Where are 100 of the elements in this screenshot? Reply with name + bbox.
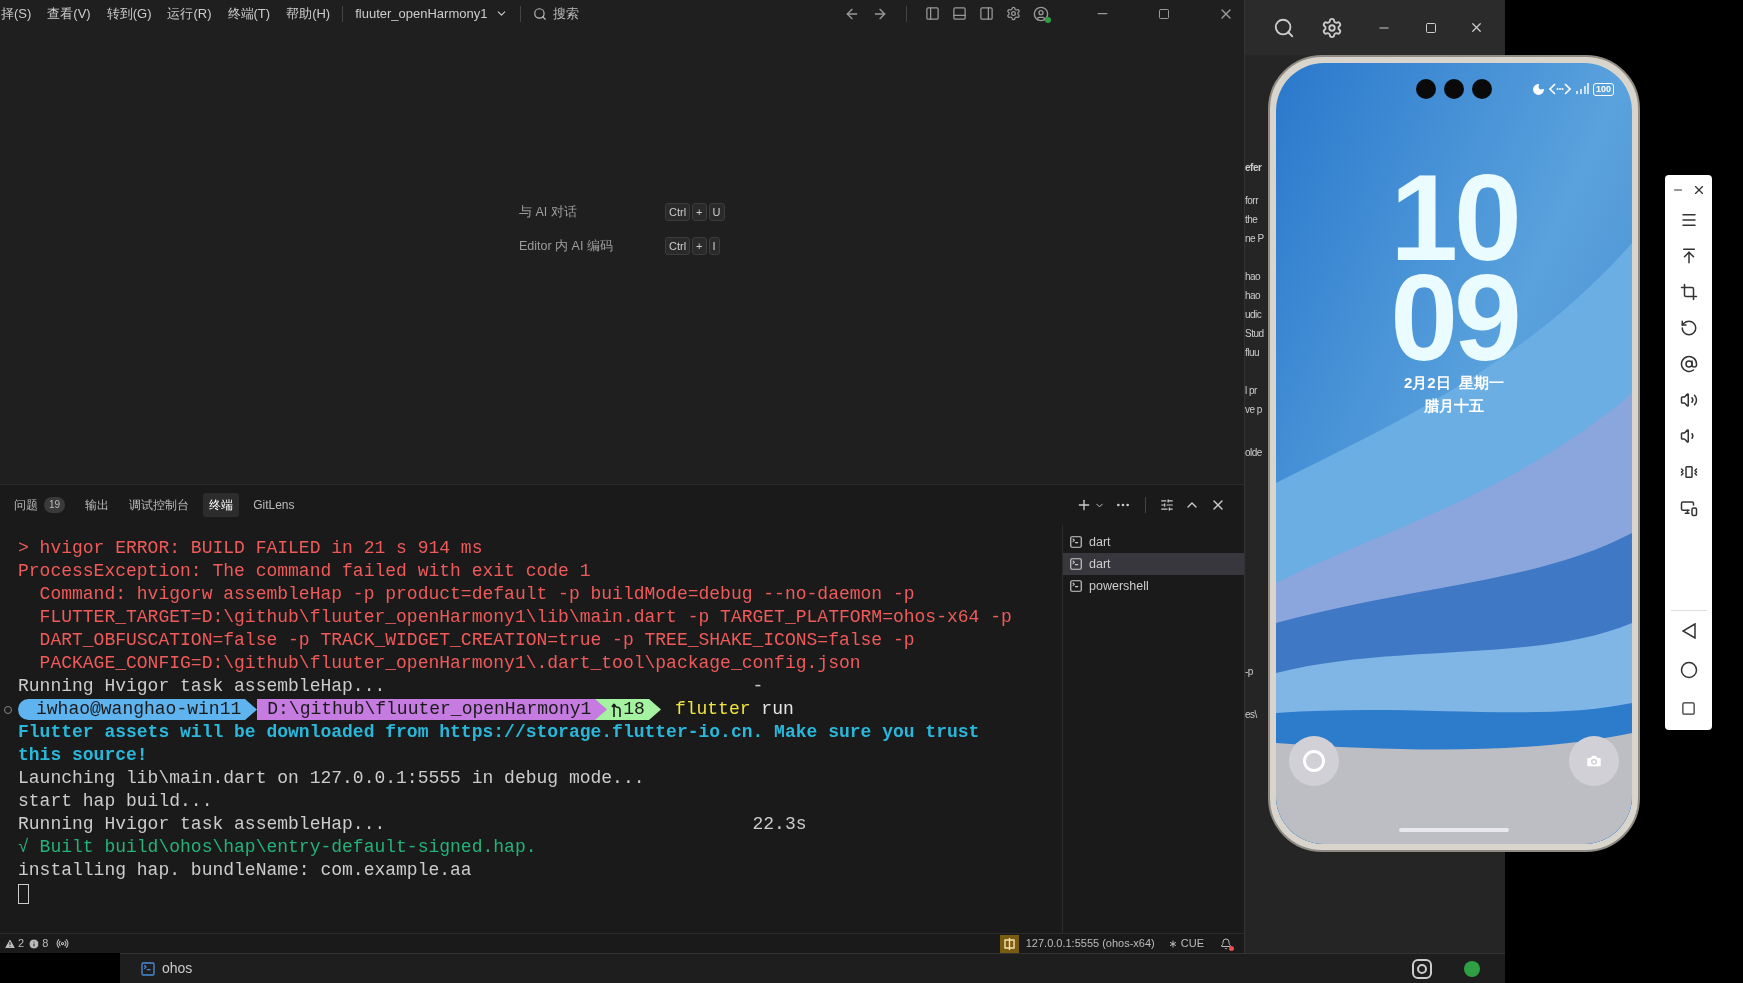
- terminal-line: PACKAGE_CONFIG=D:\github\fluuter_openHarmony1\.dart_tool\package_config.json: [38, 652, 861, 675]
- window-text-fragment: hao: [1245, 289, 1262, 303]
- task-timer: -: [752, 675, 764, 698]
- app-icon[interactable]: [1412, 958, 1432, 979]
- close-icon[interactable]: [1469, 20, 1484, 35]
- info-icon[interactable]: [28, 937, 41, 950]
- menu-item[interactable]: 查看(V): [47, 3, 91, 24]
- panel-tab[interactable]: 终端: [203, 493, 240, 517]
- command-args: run: [761, 698, 794, 721]
- maximize-icon[interactable]: [1158, 7, 1170, 20]
- terminal-list-item[interactable]: dart: [1063, 553, 1244, 575]
- shortcut-label: 与 AI 对话: [519, 204, 578, 221]
- branch-count: 18: [623, 699, 645, 720]
- git-branch-icon: [611, 701, 624, 718]
- terminal-line: DART_OBFUSCATION=false -p TRACK_WIDGET_CREATION=true -p TREE_SHAKE_ICONS=false -p: [38, 629, 915, 652]
- menu-item[interactable]: 终端(T): [227, 3, 271, 24]
- warning-count[interactable]: 2: [18, 935, 25, 952]
- settings-icon[interactable]: [1006, 6, 1021, 21]
- maximize-icon[interactable]: [1425, 21, 1437, 34]
- moon-icon: [1532, 82, 1545, 96]
- keyboard-key: +: [692, 203, 707, 222]
- code-arrows-icon: [1549, 83, 1571, 95]
- terminal-line: Running Hvigor task assembleHap...: [18, 813, 386, 836]
- device-app-icon[interactable]: [999, 934, 1019, 953]
- terminal-line: ProcessException: The command failed with exit code 1: [18, 560, 591, 583]
- new-terminal-icon[interactable]: [1076, 497, 1092, 513]
- window-text-fragment: ne P: [1245, 232, 1265, 246]
- devices-icon[interactable]: [1679, 499, 1698, 517]
- panel-tab[interactable]: 输出: [79, 493, 116, 517]
- window-text-fragment: olde: [1245, 446, 1263, 460]
- sliders-icon[interactable]: [1160, 498, 1174, 512]
- volume-up-icon[interactable]: [1679, 391, 1698, 409]
- ports-icon[interactable]: [56, 937, 70, 950]
- menu-item[interactable]: 运行(R): [167, 3, 212, 24]
- device-status[interactable]: 127.0.0.1:5555 (ohos-x64): [1025, 935, 1155, 952]
- recents-icon[interactable]: [1681, 701, 1696, 716]
- keyboard-key: Ctrl: [665, 237, 691, 256]
- keyboard-key: U: [708, 203, 725, 222]
- panel-toggle-icon[interactable]: [952, 6, 967, 21]
- vibrate-icon[interactable]: [1679, 463, 1698, 481]
- lunar-date: 腊月十五: [1424, 395, 1484, 416]
- search-field[interactable]: 搜索: [533, 3, 580, 24]
- terminal-line: Launching lib\main.dart on 127.0.0.1:5555 in debug mode...: [18, 767, 645, 790]
- window-text-fragment: -p: [1245, 665, 1254, 679]
- window-text-fragment: the: [1245, 213, 1259, 227]
- panel-tab[interactable]: GitLens: [247, 493, 301, 517]
- search-icon[interactable]: [1273, 16, 1295, 39]
- back-icon[interactable]: [1681, 623, 1696, 639]
- panel-tab[interactable]: 调试控制台: [123, 493, 196, 517]
- window-text-fragment: udic: [1245, 308, 1263, 322]
- warning-icon[interactable]: [4, 937, 16, 950]
- home-icon[interactable]: [1679, 661, 1698, 679]
- window-text-fragment: forr: [1245, 194, 1260, 208]
- terminal-icon[interactable]: [140, 960, 156, 977]
- window-text-fragment: es\: [1245, 708, 1259, 722]
- terminal-line: √ Built build\ohos\hap\entry-default-signed.hap.: [18, 836, 537, 859]
- rotate-icon[interactable]: [1679, 319, 1698, 337]
- date-text: 2月2日 星期一: [1404, 373, 1504, 393]
- camera-icon: [1585, 752, 1603, 770]
- menu-item[interactable]: 帮助(H): [286, 3, 331, 24]
- keyboard-key: Ctrl: [665, 203, 691, 222]
- search-icon: [533, 6, 548, 21]
- settings-icon[interactable]: [1321, 16, 1343, 39]
- menu-icon[interactable]: [1679, 211, 1698, 229]
- window-text-fragment: fluu: [1245, 346, 1261, 360]
- window-text-fragment: efer: [1245, 161, 1263, 175]
- at-sign-icon[interactable]: [1679, 355, 1698, 373]
- terminal-cursor: [18, 883, 29, 904]
- crop-icon[interactable]: [1679, 283, 1698, 301]
- battery-level: 100: [1593, 82, 1615, 96]
- window-text-fragment: Stud: [1245, 327, 1265, 341]
- project-dropdown[interactable]: fluuter_openHarmony1: [355, 3, 509, 24]
- terminal-line: FLUTTER_TARGET=D:\github\fluuter_openHarmony1\lib\main.dart -p TARGET_PLATFORM=ohos-x64 -p: [38, 606, 1012, 629]
- problem-count: 19: [44, 497, 66, 513]
- terminal-line: Flutter assets will be downloaded from https://storage.flutter-io.cn. Make sure you trust this source!: [18, 721, 981, 767]
- notifications-icon[interactable]: [1220, 937, 1232, 950]
- clock-hours: 10: [1390, 168, 1518, 268]
- shortcut-label: Editor 内 AI 编码: [519, 237, 614, 255]
- menu-item[interactable]: 转到(G): [106, 3, 152, 24]
- menu-item[interactable]: 择(S): [1, 3, 32, 24]
- signal-icon: [1575, 83, 1589, 95]
- task-timer: 22.3s: [752, 813, 807, 836]
- terminal-line: Running Hvigor task assembleHap...: [18, 675, 386, 698]
- command-name: flutter: [674, 698, 751, 721]
- secondary-sidebar-icon[interactable]: [979, 6, 994, 21]
- info-count[interactable]: 8: [42, 935, 49, 952]
- segment-arrow-icon: [245, 699, 258, 720]
- taskbar-label[interactable]: ohos: [162, 958, 193, 979]
- terminal-line: start hap build...: [18, 790, 213, 813]
- keyboard-key: I: [708, 237, 720, 256]
- panel-tab[interactable]: 问题 19: [8, 493, 72, 517]
- window-text-fragment: l pr: [1245, 384, 1258, 398]
- terminal-line: installing hap. bundleName: com.example.aa: [18, 859, 472, 882]
- keyboard-key: +: [692, 237, 707, 256]
- language-mode[interactable]: CUE: [1180, 935, 1204, 952]
- account-icon[interactable]: [1033, 5, 1049, 22]
- terminal-icon: [1069, 579, 1083, 593]
- terminal-icon: [1069, 535, 1083, 549]
- window-text-fragment: hao: [1245, 270, 1262, 284]
- sidebar-toggle-icon[interactable]: [925, 6, 940, 21]
